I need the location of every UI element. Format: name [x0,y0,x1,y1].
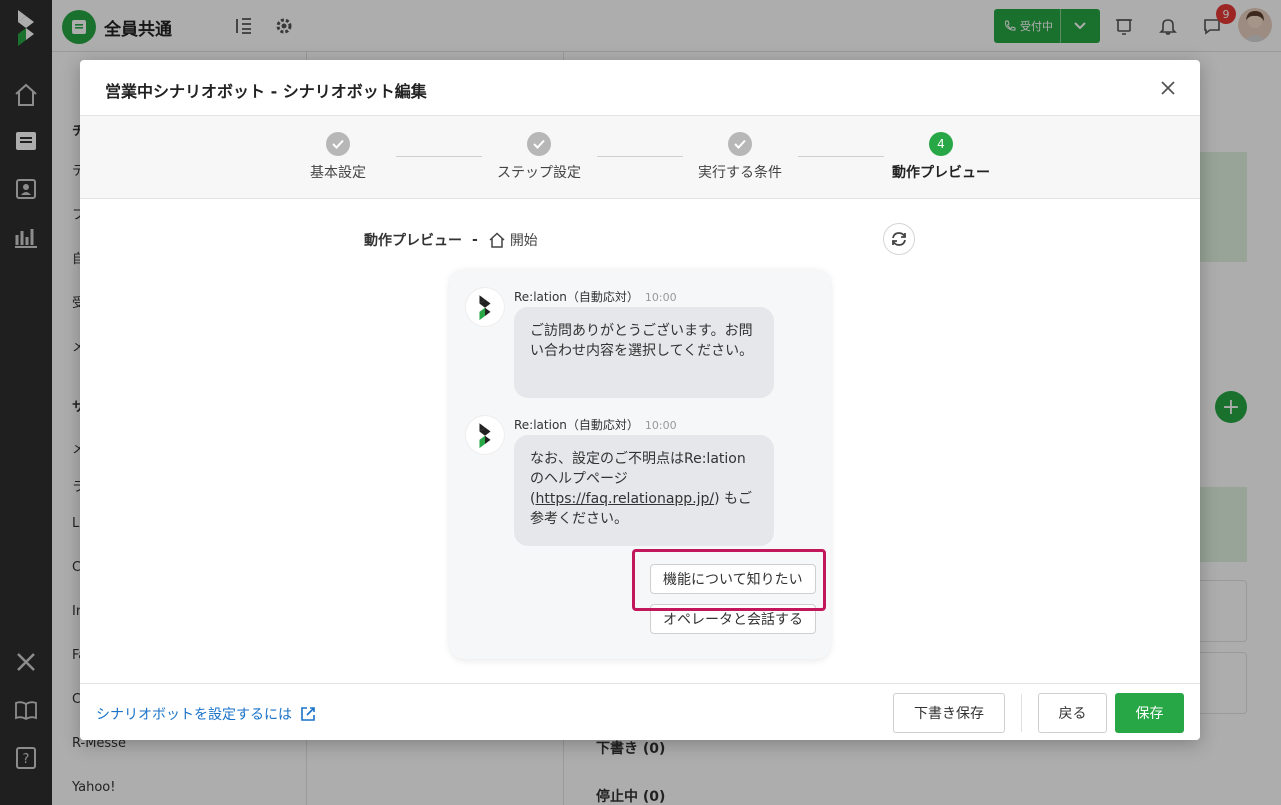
step-connector [798,156,884,157]
refresh-icon [892,232,906,246]
step-connector [396,156,482,157]
message-bubble: ご訪問ありがとうございます。お問い合わせ内容を選択してください。 [514,307,774,398]
preview-title: 動作プレビュー [364,233,462,249]
refresh-button[interactable] [883,223,915,255]
step-label: ステップ設定 [497,165,581,181]
step-label: 基本設定 [310,165,366,181]
home-icon [489,232,505,248]
footer-divider [1021,694,1022,732]
save-button[interactable]: 保存 [1115,693,1184,733]
step-label: 実行する条件 [698,165,782,181]
help-page-link[interactable]: https://faq.relationapp.jp/ [535,491,714,507]
scenario-bot-edit-modal: 営業中シナリオボット - シナリオボット編集 基本設定 ステップ設定 実行する条… [80,60,1200,740]
modal-title: 営業中シナリオボット - シナリオボット編集 [105,82,427,101]
message-time: 10:00 [644,419,677,432]
sender-name: Re:lation（自動応対） [514,290,639,304]
check-icon [728,132,752,156]
step-conditions[interactable]: 実行する条件 [660,132,820,182]
message-header: Re:lation（自動応対） 10:00 [514,288,677,305]
sender-name: Re:lation（自動応対） [514,418,639,432]
check-icon [527,132,551,156]
step-step-settings[interactable]: ステップ設定 [459,132,619,182]
message-time: 10:00 [644,291,677,304]
modal-footer: シナリオボットを設定するには 下書き保存 戻る 保存 [80,683,1200,740]
bot-logo-icon [466,288,504,326]
preview-heading: 動作プレビュー - 開始 [364,230,538,250]
back-button[interactable]: 戻る [1038,693,1107,733]
scenario-help-link[interactable]: シナリオボットを設定するには [96,704,316,724]
step-label: 動作プレビュー [892,165,990,181]
bot-logo-icon [466,416,504,454]
message-bubble: なお、設定のご不明点はRe:lationのヘルプページ (https://faq… [514,435,774,546]
save-draft-button[interactable]: 下書き保存 [893,693,1005,733]
help-link-label: シナリオボットを設定するには [96,707,292,723]
message-header: Re:lation（自動応対） 10:00 [514,416,677,433]
external-link-icon [301,707,315,721]
check-icon [326,132,350,156]
start-label: 開始 [509,233,538,249]
modal-header: 営業中シナリオボット - シナリオボット編集 [80,60,1200,116]
start-breadcrumb[interactable]: 開始 [488,230,538,250]
highlight-box [632,549,826,611]
stepper: 基本設定 ステップ設定 実行する条件 4 動作プレビュー [80,116,1200,199]
step-basic-settings[interactable]: 基本設定 [258,132,418,182]
preview-separator: - [472,232,478,248]
step-preview[interactable]: 4 動作プレビュー [861,132,1021,182]
close-icon[interactable] [1156,76,1180,100]
step-number: 4 [929,132,953,156]
step-connector [597,156,683,157]
